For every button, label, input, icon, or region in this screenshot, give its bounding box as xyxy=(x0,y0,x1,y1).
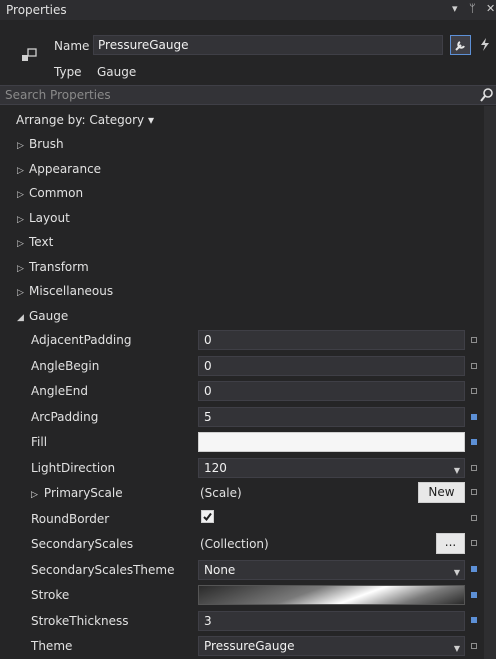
panel-title: Properties xyxy=(6,3,67,17)
property-marker[interactable] xyxy=(471,388,477,394)
prop-label-secondaryscales: SecondaryScales xyxy=(31,537,134,551)
expand-icon: ▷ xyxy=(17,239,24,249)
category-label: Text xyxy=(29,235,54,249)
category-label: Miscellaneous xyxy=(29,284,114,298)
anglebegin-input[interactable]: 0 xyxy=(198,356,465,376)
theme-value: PressureGauge xyxy=(204,639,295,653)
angleend-input[interactable]: 0 xyxy=(198,381,465,401)
property-marker[interactable] xyxy=(471,363,477,369)
chevron-down-icon[interactable]: ▼ xyxy=(454,642,460,656)
search-icon[interactable] xyxy=(480,87,494,103)
prop-label-fill: Fill xyxy=(31,435,48,449)
chevron-down-icon[interactable]: ▼ xyxy=(454,566,460,580)
property-marker[interactable] xyxy=(471,489,477,495)
adjacentpadding-input[interactable]: 0 xyxy=(198,330,465,350)
category-label: Gauge xyxy=(29,309,69,323)
name-label: Name xyxy=(54,39,90,53)
lightdirection-combobox[interactable]: 120 ▼ xyxy=(198,458,465,478)
expand-icon: ▷ xyxy=(17,166,24,176)
type-label: Type xyxy=(54,65,82,79)
search-input[interactable]: Search Properties xyxy=(5,88,111,102)
category-common[interactable]: ▷ Common xyxy=(17,186,83,200)
property-marker-set[interactable] xyxy=(471,414,477,420)
category-label: Brush xyxy=(29,137,64,151)
expand-icon: ▷ xyxy=(31,490,38,500)
new-button[interactable]: New xyxy=(418,482,465,503)
stroke-brush-preview[interactable] xyxy=(198,585,465,605)
theme-combobox[interactable]: PressureGauge ▼ xyxy=(198,636,465,656)
arcpadding-input[interactable]: 5 xyxy=(198,407,465,427)
wrench-icon xyxy=(455,41,465,51)
prop-label-stroke: Stroke xyxy=(31,588,70,602)
category-label: Layout xyxy=(29,211,70,225)
category-appearance[interactable]: ▷ Appearance xyxy=(17,162,101,176)
prop-label-strokethickness: StrokeThickness xyxy=(31,614,129,628)
dropdown-icon[interactable]: ▾ xyxy=(452,2,458,15)
properties-titlebar: Properties ▾ ᛘ ✕ xyxy=(0,0,496,20)
search-bar[interactable]: Search Properties xyxy=(0,85,496,105)
ellipsis-button[interactable]: ... xyxy=(436,533,465,554)
category-gauge[interactable]: ◢ Gauge xyxy=(17,309,68,323)
name-field[interactable]: PressureGauge xyxy=(93,35,443,55)
expand-icon: ▷ xyxy=(17,141,24,151)
properties-button[interactable] xyxy=(450,35,471,55)
property-marker[interactable] xyxy=(471,515,477,521)
strokethickness-input[interactable]: 3 xyxy=(198,611,465,631)
roundborder-checkbox[interactable] xyxy=(201,510,214,523)
close-icon[interactable]: ✕ xyxy=(486,2,495,15)
checkmark-icon xyxy=(203,512,212,522)
lightning-icon xyxy=(480,38,489,51)
category-transform[interactable]: ▷ Transform xyxy=(17,260,89,274)
chevron-down-icon[interactable]: ▼ xyxy=(454,464,460,478)
type-value: Gauge xyxy=(97,65,137,79)
property-marker[interactable] xyxy=(471,643,477,649)
primaryscale-value: (Scale) xyxy=(200,486,242,500)
secondaryscales-value: (Collection) xyxy=(200,537,269,551)
prop-label-adjacentpadding: AdjacentPadding xyxy=(31,333,132,347)
category-brush[interactable]: ▷ Brush xyxy=(17,137,64,151)
fill-brush-preview[interactable] xyxy=(198,432,465,452)
arrange-by-dropdown[interactable]: Arrange by: Category ▾ xyxy=(16,113,154,127)
category-miscellaneous[interactable]: ▷ Miscellaneous xyxy=(17,284,113,298)
expand-icon: ▷ xyxy=(17,288,24,298)
prop-label-lightdirection: LightDirection xyxy=(31,461,116,475)
category-label: Appearance xyxy=(29,162,102,176)
category-label: Common xyxy=(29,186,84,200)
property-marker-set[interactable] xyxy=(471,439,477,445)
property-marker[interactable] xyxy=(471,337,477,343)
secondaryscalestheme-value: None xyxy=(204,563,236,577)
events-button[interactable] xyxy=(474,35,495,55)
prop-label-anglebegin: AngleBegin xyxy=(31,359,100,373)
scrollbar[interactable] xyxy=(484,106,496,659)
prop-label-theme: Theme xyxy=(31,639,73,653)
category-label: Transform xyxy=(29,260,89,274)
secondaryscalestheme-combobox[interactable]: None ▼ xyxy=(198,560,465,580)
category-layout[interactable]: ▷ Layout xyxy=(17,211,70,225)
prop-label-secondaryscalestheme: SecondaryScalesTheme xyxy=(31,563,175,577)
property-marker[interactable] xyxy=(471,540,477,546)
object-icon xyxy=(22,48,37,61)
prop-label-angleend: AngleEnd xyxy=(31,384,88,398)
expand-icon: ▷ xyxy=(17,215,24,225)
property-marker-set[interactable] xyxy=(471,617,477,623)
property-marker-set[interactable] xyxy=(471,566,477,572)
property-marker[interactable] xyxy=(471,465,477,471)
prop-label-primaryscale[interactable]: ▷ PrimaryScale xyxy=(31,486,123,500)
lightdirection-value: 120 xyxy=(204,461,227,475)
primaryscale-label-text: PrimaryScale xyxy=(43,486,123,500)
prop-label-roundborder: RoundBorder xyxy=(31,512,110,526)
category-text[interactable]: ▷ Text xyxy=(17,235,53,249)
pin-icon[interactable]: ᛘ xyxy=(469,2,476,15)
expand-icon: ▷ xyxy=(17,190,24,200)
collapse-icon: ◢ xyxy=(17,313,24,323)
property-marker-set[interactable] xyxy=(471,592,477,598)
prop-label-arcpadding: ArcPadding xyxy=(31,410,99,424)
expand-icon: ▷ xyxy=(17,264,24,274)
